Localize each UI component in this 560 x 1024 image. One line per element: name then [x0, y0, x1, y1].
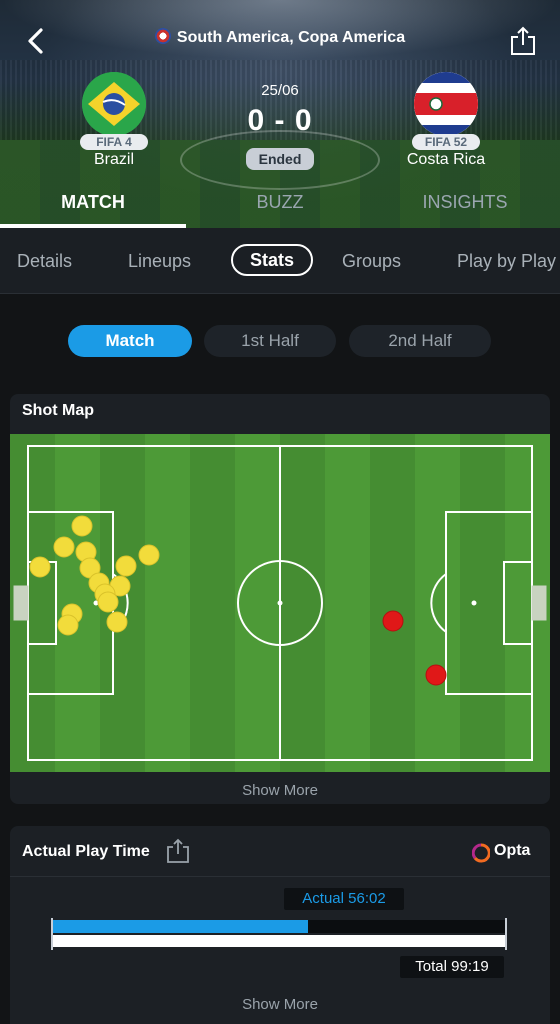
actual-time-label: Actual 56:02 [284, 888, 404, 910]
total-bar-fill [53, 935, 505, 947]
right-penalty-spot [471, 600, 477, 606]
away-shot [382, 610, 404, 632]
costa-rica-flag-icon[interactable] [414, 72, 478, 136]
competition-flag-icon [154, 28, 171, 44]
home-shot [97, 591, 119, 613]
home-shot [53, 536, 75, 558]
competition-label: South America, Copa America [176, 29, 406, 46]
home-shot [29, 556, 51, 578]
subtab-play-by-play[interactable]: Play by Play [457, 251, 556, 272]
subtab-lineups[interactable]: Lineups [128, 251, 191, 272]
bar-end-tick [505, 918, 507, 950]
home-team-name[interactable]: Brazil [64, 151, 164, 169]
play-time-title: Actual Play Time [22, 843, 150, 860]
match-score: 0 - 0 [247, 104, 313, 137]
shot-map-pitch [10, 434, 550, 772]
away-team-name[interactable]: Costa Rica [396, 151, 496, 169]
play-time-show-more[interactable]: Show More [10, 996, 550, 1013]
home-shot [106, 611, 128, 633]
shot-map-title: Shot Map [22, 402, 94, 419]
segment-2nd-half[interactable]: 2nd Half [349, 325, 491, 357]
match-status-badge: Ended [246, 148, 314, 170]
segment-match[interactable]: Match [68, 325, 192, 357]
subtab-stats[interactable]: Stats [231, 244, 313, 276]
tab-insights[interactable]: INSIGHTS [400, 192, 530, 213]
opta-logo-icon [472, 843, 490, 863]
competition-title: South America, Copa America [0, 28, 560, 47]
match-header: South America, Copa America FIFA 4 Brazi… [0, 0, 560, 228]
shot-map-card: Shot Map Show More [10, 394, 550, 804]
share-icon[interactable] [510, 26, 536, 56]
away-shot [425, 664, 447, 686]
sub-tabs: Details Lineups Stats Groups Play by Pla… [0, 228, 560, 294]
home-shot [115, 555, 137, 577]
play-time-bar [51, 918, 507, 952]
home-shot [138, 544, 160, 566]
total-time-label: Total 99:19 [400, 956, 504, 978]
home-fifa-rank: FIFA 4 [80, 134, 148, 150]
tab-buzz[interactable]: BUZZ [215, 192, 345, 213]
divider [10, 876, 550, 877]
actual-bar-fill [53, 920, 308, 933]
opta-label: Opta [494, 842, 531, 859]
opta-logo: Opta [470, 842, 544, 864]
brazil-flag-icon[interactable] [82, 72, 146, 136]
shot-map-show-more[interactable]: Show More [10, 782, 550, 799]
subtab-groups[interactable]: Groups [342, 251, 401, 272]
centre-spot [277, 600, 283, 606]
segment-1st-half[interactable]: 1st Half [204, 325, 336, 357]
home-shot [57, 614, 79, 636]
subtab-details[interactable]: Details [17, 251, 72, 272]
home-shot [71, 515, 93, 537]
share-icon[interactable] [166, 838, 190, 864]
tab-match[interactable]: MATCH [28, 192, 158, 213]
match-date: 25/06 [261, 82, 299, 99]
main-tabs: MATCH BUZZ INSIGHTS [0, 182, 560, 228]
away-fifa-rank: FIFA 52 [412, 134, 480, 150]
